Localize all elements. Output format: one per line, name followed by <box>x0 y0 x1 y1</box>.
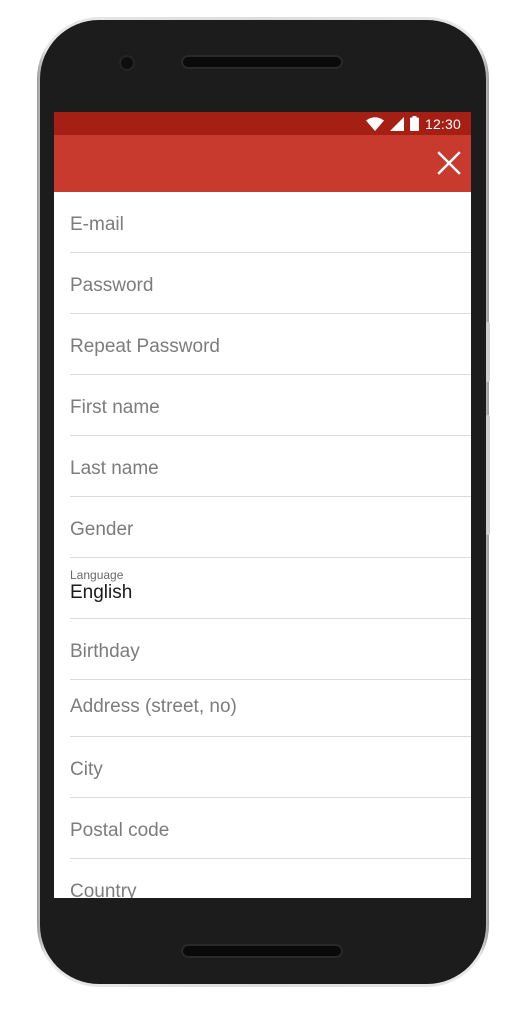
cellular-signal-icon <box>389 116 404 131</box>
first-name-field[interactable]: First name <box>70 375 471 436</box>
language-value: English <box>70 582 133 603</box>
gender-field[interactable]: Gender <box>70 497 471 558</box>
repeat-password-field[interactable]: Repeat Password <box>70 314 471 375</box>
screen: 12:30 E-mail Password Repeat Password Fi… <box>54 112 471 898</box>
wifi-icon <box>365 116 384 131</box>
battery-icon <box>409 116 419 131</box>
postal-code-placeholder: Postal code <box>70 820 170 841</box>
status-icons: 12:30 <box>365 115 461 132</box>
address-placeholder: Address (street, no) <box>70 696 237 717</box>
power-button <box>486 415 490 535</box>
close-button[interactable] <box>435 149 463 177</box>
email-field[interactable]: E-mail <box>70 192 471 253</box>
first-name-placeholder: First name <box>70 397 160 418</box>
country-placeholder: Country <box>70 881 137 898</box>
gender-placeholder: Gender <box>70 519 134 540</box>
country-field[interactable]: Country <box>70 859 471 898</box>
close-icon <box>437 151 461 175</box>
status-time: 12:30 <box>424 115 461 132</box>
last-name-placeholder: Last name <box>70 458 159 479</box>
password-field[interactable]: Password <box>70 253 471 314</box>
top-speaker <box>181 55 343 69</box>
birthday-field[interactable]: Birthday <box>70 619 471 680</box>
repeat-password-placeholder: Repeat Password <box>70 336 220 357</box>
email-placeholder: E-mail <box>70 214 124 235</box>
app-bar <box>54 135 471 192</box>
volume-button <box>486 322 490 382</box>
password-placeholder: Password <box>70 275 154 296</box>
city-field[interactable]: City <box>70 737 471 798</box>
language-field[interactable]: Language English <box>70 558 471 619</box>
city-placeholder: City <box>70 759 103 780</box>
status-bar: 12:30 <box>54 112 471 135</box>
registration-form: E-mail Password Repeat Password First na… <box>54 192 471 898</box>
birthday-placeholder: Birthday <box>70 641 140 662</box>
language-label: Language <box>70 568 124 582</box>
postal-code-field[interactable]: Postal code <box>70 798 471 859</box>
last-name-field[interactable]: Last name <box>70 436 471 497</box>
address-field[interactable]: Address (street, no) <box>70 680 471 737</box>
bottom-speaker <box>181 944 343 958</box>
front-camera <box>119 55 135 71</box>
